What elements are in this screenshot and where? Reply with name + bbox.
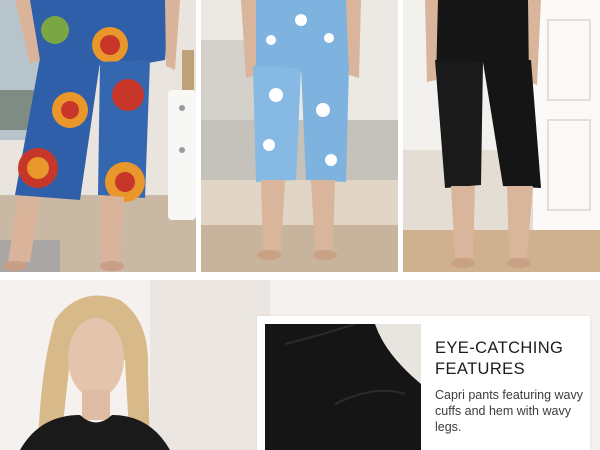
photo-model-black-pajamas	[403, 0, 600, 272]
photo-model-blue-floral-pajamas	[201, 0, 398, 272]
feature-title-line1: EYE-CATCHING	[435, 339, 564, 357]
feature-description: Capri pants featuring wavy cuffs and hem…	[435, 388, 583, 434]
feature-title: EYE-CATCHING FEATURES	[435, 338, 595, 380]
feature-title-line2: FEATURES	[435, 360, 525, 378]
photo-sleeve-closeup	[265, 324, 421, 450]
photo-model-mandala-print-pajamas	[0, 0, 196, 272]
